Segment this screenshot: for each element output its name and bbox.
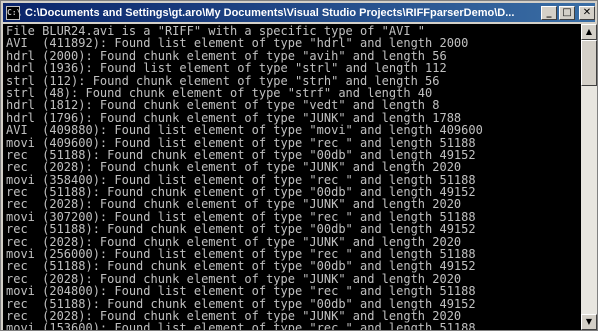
console-line: AVI (409880): Found list element of type… <box>6 123 483 138</box>
console-window: C:\ C:\Documents and Settings\gt.aro\My … <box>0 0 598 331</box>
console-icon[interactable]: C:\ <box>6 5 21 20</box>
window-title: C:\Documents and Settings\gt.aro\My Docu… <box>25 6 515 19</box>
scrollbar-thumb[interactable] <box>581 40 597 86</box>
scroll-up-button[interactable]: ▲ <box>581 24 597 40</box>
console-lines: File BLUR24.avi is a "RIFF" with a speci… <box>6 25 483 330</box>
console-output[interactable]: File BLUR24.avi is a "RIFF" with a speci… <box>3 24 581 330</box>
console-line: rec (2028): Found chunk element of type … <box>6 197 462 212</box>
console-line: rec (2028): Found chunk element of type … <box>6 160 462 175</box>
title-bar[interactable]: C:\ C:\Documents and Settings\gt.aro\My … <box>3 3 595 22</box>
scroll-down-button[interactable]: ▼ <box>581 314 597 330</box>
vertical-scrollbar[interactable]: ▲ ▼ <box>581 24 597 330</box>
console-line: hdrl (1812): Found chunk element of type… <box>6 98 440 113</box>
console-line: rec (51188): Found chunk element of type… <box>6 222 476 237</box>
close-button[interactable]: ✕ <box>579 6 595 20</box>
minimize-button[interactable]: _ <box>541 6 557 20</box>
console-line: rec (51188): Found chunk element of type… <box>6 259 476 274</box>
maximize-button[interactable]: □ <box>559 6 575 20</box>
console-line: movi (153600): Found list element of typ… <box>6 321 476 330</box>
console-line: hdrl (1936): Found list element of type … <box>6 61 447 76</box>
console-line: AVI (411892): Found list element of type… <box>6 36 469 51</box>
console-line: movi (204800): Found list element of typ… <box>6 284 476 299</box>
